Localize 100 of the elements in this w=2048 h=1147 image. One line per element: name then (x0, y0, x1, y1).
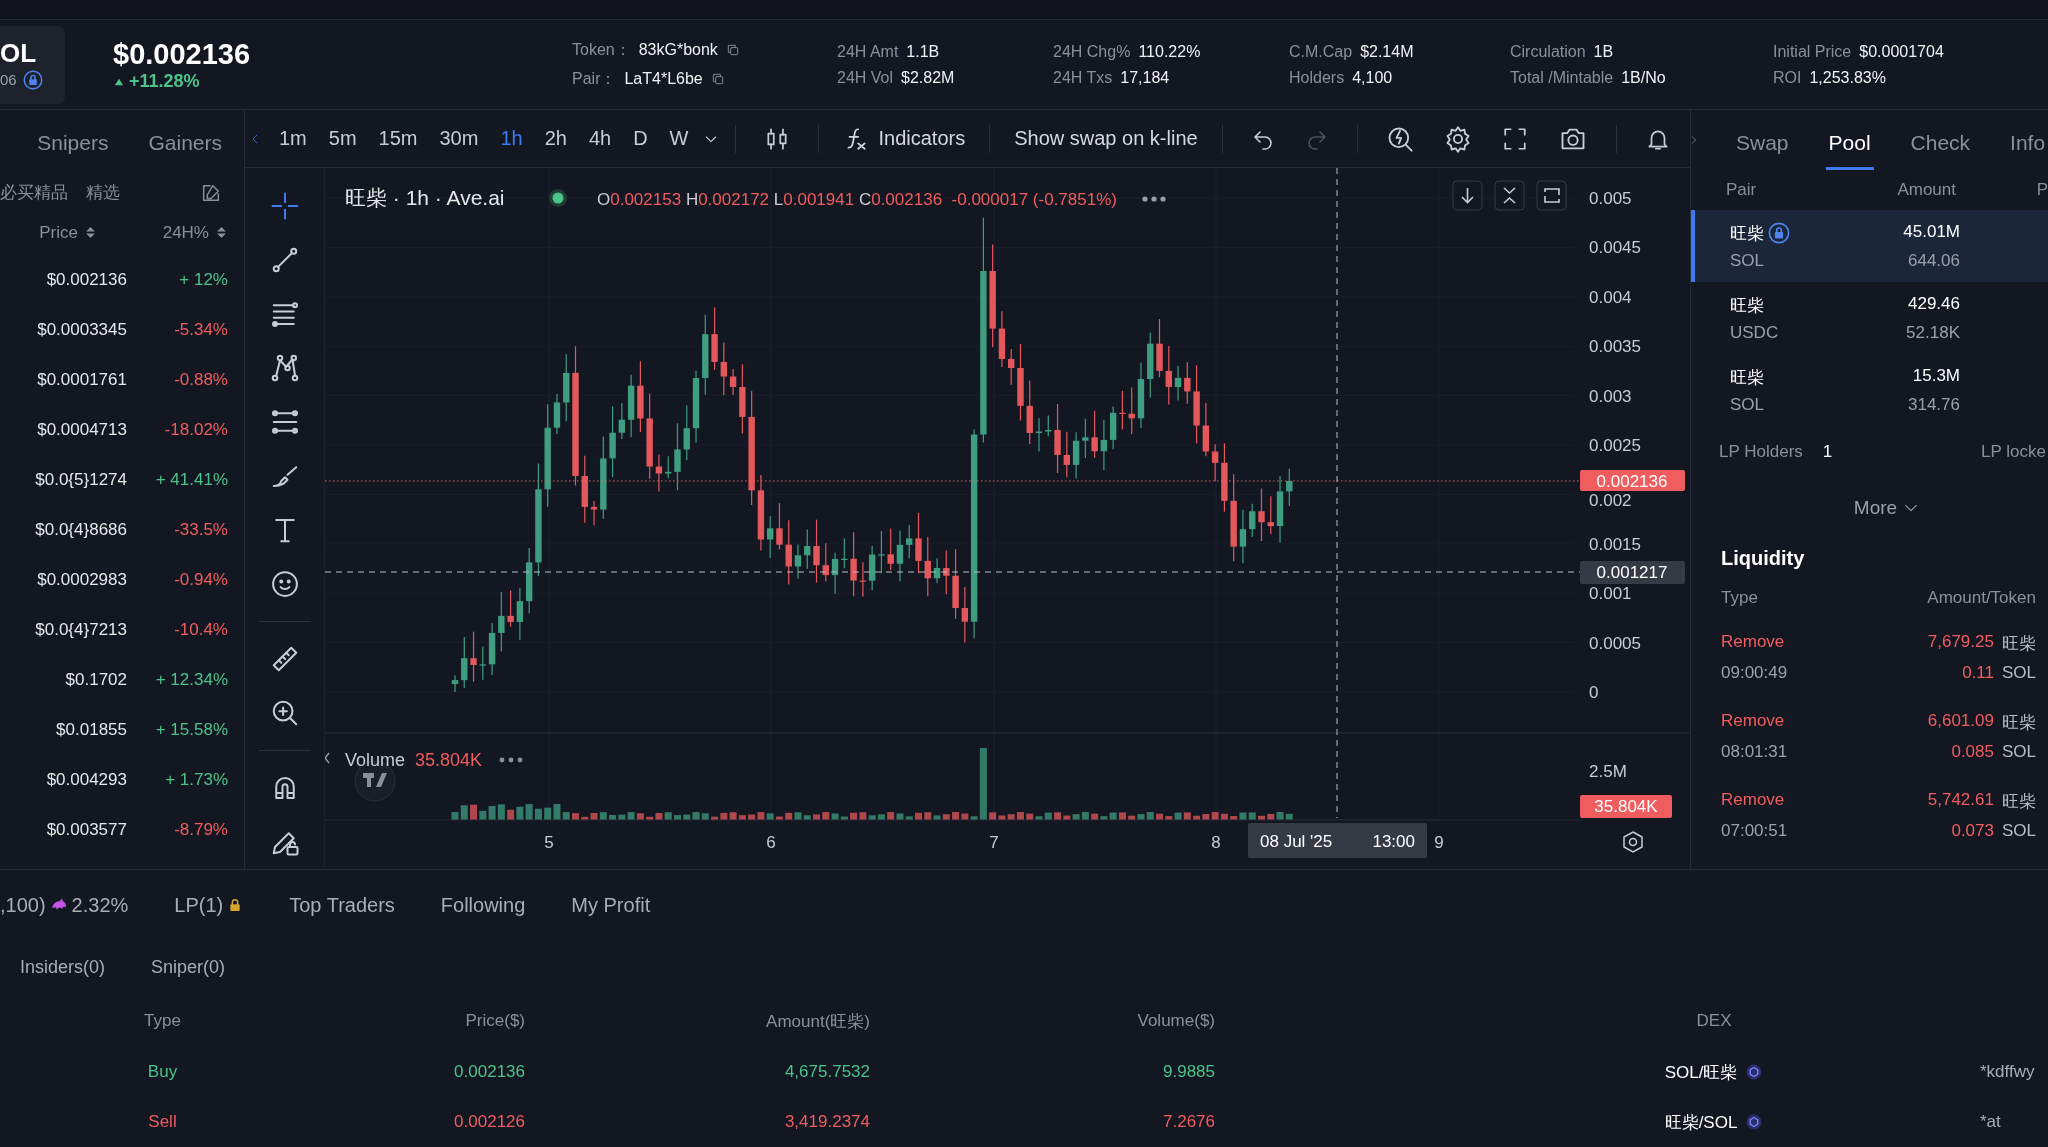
panel-tab[interactable]: Check (1907, 131, 1974, 170)
dex-pair: 旺柴/SOL (1664, 1111, 1738, 1134)
change-cell-text: + 1.73% (164, 770, 228, 790)
token-amount: 5,742.61 (1927, 790, 1994, 811)
column-header[interactable]: Price (39, 222, 78, 243)
change-cell-text: + 41.41% (154, 470, 228, 490)
trade-amount: 4,675.7532 (783, 1062, 870, 1082)
time-tick: 5 (544, 833, 554, 852)
token-name: 旺柴 (2001, 633, 2036, 655)
stat-value: 17,184 (1120, 68, 1170, 87)
change-cell-text: + 12% (178, 270, 228, 290)
pool-amount: 15.3M (1911, 365, 1960, 387)
maker-address[interactable]: *kdffwy (1918, 1062, 2048, 1082)
event-time: 09:00:49 (1721, 663, 1789, 683)
change-cell-text: -0.88% (173, 370, 228, 390)
timeframe-tab[interactable]: 5m (320, 127, 365, 150)
stat-value: 1,253.83% (1809, 68, 1886, 87)
pool-quote: SOL (1730, 394, 1766, 415)
token-card[interactable]: OL 06 (0, 25, 65, 104)
timeframe-tab[interactable]: D (625, 127, 656, 150)
pool-token: 旺柴 (1730, 294, 1764, 317)
pool-quote-amount: 644.06 (1907, 250, 1960, 271)
pool-amount: 45.01M (1902, 221, 1960, 243)
filter-tab[interactable]: 必买精品 (0, 181, 68, 204)
timeframe-tab[interactable]: 4h (580, 127, 620, 150)
timeframe-tab[interactable]: 15m (370, 127, 426, 150)
liquidity-title: Liquidity (1720, 545, 1806, 571)
column-header: P (2035, 180, 2048, 200)
stat-label: 24H Chg% (1053, 42, 1131, 61)
column-header: Volume($) (1136, 1011, 1215, 1031)
stat-value: 83kG*bonk (638, 41, 718, 59)
token-name: 旺柴 (2001, 791, 2036, 813)
volume-tag: 35.804K (1580, 795, 1672, 818)
stat-value: 1B/No (1621, 68, 1666, 87)
price-tick: 0.0005 (1589, 633, 1641, 653)
timeframe-tab[interactable]: 2h (536, 127, 575, 150)
change-cell-text: -5.34% (173, 320, 228, 340)
price-tick: 0.0045 (1589, 238, 1641, 258)
filter-tab[interactable]: Insiders(0) (20, 957, 106, 978)
stat-label: 24H Amt (837, 42, 899, 61)
bottom-tab[interactable]: My Profit (571, 893, 651, 917)
event-type: Remove (1721, 790, 1786, 811)
stat-label: ROI (1773, 68, 1802, 87)
stat-label: Pair： (572, 68, 617, 89)
pool-row[interactable]: 旺柴 USDC 429.46 52.18K (1691, 282, 2048, 354)
column-header: Type (1721, 588, 1758, 608)
stat-label: Circulation (1510, 42, 1586, 61)
indicators-button[interactable]: Indicators (834, 125, 974, 152)
stat-value: $0.0001704 (1859, 42, 1944, 61)
filter-tab[interactable]: Sniper(0) (151, 957, 226, 978)
stat-label: Initial Price (1773, 42, 1852, 61)
column-header[interactable]: 24H% (162, 222, 209, 243)
bottom-tab[interactable]: Top Traders (289, 893, 395, 917)
more-button[interactable]: More (1691, 478, 2048, 538)
column-header: Amount/Token (1927, 588, 2036, 608)
price-cell-text: $0.0003345 (36, 320, 127, 340)
panel-tab[interactable]: Swap (1733, 131, 1792, 170)
filter-tab[interactable]: 精选 (86, 181, 120, 204)
timeframe-tab[interactable]: 30m (431, 127, 487, 150)
stat-value: 1.1B (906, 42, 940, 61)
time-tick: 9 (1434, 833, 1444, 852)
time-tick: 6 (766, 833, 776, 852)
pool-quote-amount: 52.18K (1905, 322, 1960, 343)
last-price-tag: 0.002136 (1580, 469, 1685, 491)
token-amount: 7,679.25 (1927, 632, 1994, 653)
pool-row[interactable]: 旺柴 SOL 45.01M 644.06 (1691, 210, 2048, 282)
price-cell-text: $0.003577 (45, 820, 127, 840)
pool-row[interactable]: 旺柴 SOL 15.3M 314.76 (1691, 354, 2048, 426)
price-cell-text: $0.0002983 (36, 570, 127, 590)
price-tick: 0.002 (1589, 491, 1632, 511)
bottom-tab[interactable]: LP(1) (174, 893, 244, 917)
column-header: Type (143, 1011, 182, 1031)
volume-label: Volume 35.804K (345, 750, 483, 770)
maker-address[interactable]: *at (1918, 1112, 2048, 1132)
list-tab[interactable]: Snipers (37, 130, 109, 155)
bottom-tab[interactable]: ,100) 2.32% (0, 893, 129, 917)
price-cell-text: $0.0{4}8686 (34, 520, 127, 540)
panel-tab[interactable]: Pool (1825, 131, 1874, 170)
column-header: Pair (1726, 180, 1758, 200)
ohlc-readout: O0.002153 H0.002172 L0.001941 C0.002136 -0.000017 (-0.7851%) (597, 190, 1117, 209)
change-cell-text: -10.4% (173, 620, 228, 640)
pool-amount: 429.46 (1907, 293, 1960, 315)
price-cell-text: $0.01855 (55, 720, 127, 740)
timeframe-tab[interactable]: 1m (271, 127, 315, 150)
price-cell-text: $0.0001761 (36, 370, 127, 390)
timeframe-tab[interactable]: W (661, 127, 697, 150)
pool-token: 旺柴 (1730, 366, 1764, 389)
event-time: 08:01:31 (1721, 742, 1789, 762)
column-header: Amount (1896, 180, 1956, 200)
list-tab[interactable]: Gainers (148, 130, 222, 155)
price-cell-text: $0.1702 (64, 670, 127, 690)
swap-toggle-button[interactable]: Show swap on k-line (1006, 127, 1206, 150)
quote-name: SOL (2001, 742, 2036, 762)
price-tick: 0.003 (1589, 386, 1632, 406)
pool-token: 旺柴 (1730, 222, 1764, 245)
bottom-tab[interactable]: Following (440, 893, 526, 917)
price-cell-text: $0.004293 (45, 770, 127, 790)
timeframe-tab[interactable]: 1h (492, 127, 531, 150)
panel-tab[interactable]: Info (2007, 131, 2048, 170)
event-time: 07:00:51 (1721, 821, 1789, 841)
